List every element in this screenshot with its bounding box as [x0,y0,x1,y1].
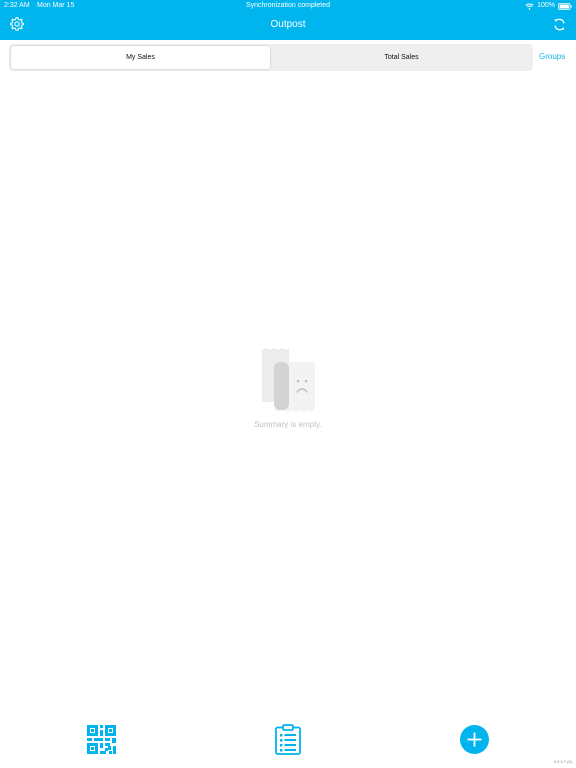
empty-receipt-icon [261,348,317,414]
orders-list-button[interactable] [275,724,301,755]
empty-state-message: Summary is empty. [254,420,322,429]
page-title: Outpost [270,19,306,30]
add-icon [467,732,482,747]
groups-link[interactable]: Groups [539,52,565,62]
sync-button[interactable] [552,17,567,32]
add-button[interactable] [460,725,489,754]
sales-segmented-control: My Sales Total Sales [9,44,533,71]
wifi-icon [525,3,534,10]
tab-total-sales[interactable]: Total Sales [272,46,531,69]
sync-status: Synchronization completed [245,2,331,9]
qr-scan-button[interactable] [87,725,116,754]
navigation-bar: 2:32 AM Mon Mar 15 Synchronization compl… [0,0,576,40]
clipboard-list-icon [275,724,301,755]
sync-icon [554,18,565,31]
qr-code-icon [87,725,116,754]
app-version: 4.0.0.7 (0) [553,759,572,764]
battery-icon [558,2,572,10]
status-right: 100% [525,2,572,10]
tab-my-sales[interactable]: My Sales [11,46,270,69]
battery-percent: 100% [537,2,555,9]
